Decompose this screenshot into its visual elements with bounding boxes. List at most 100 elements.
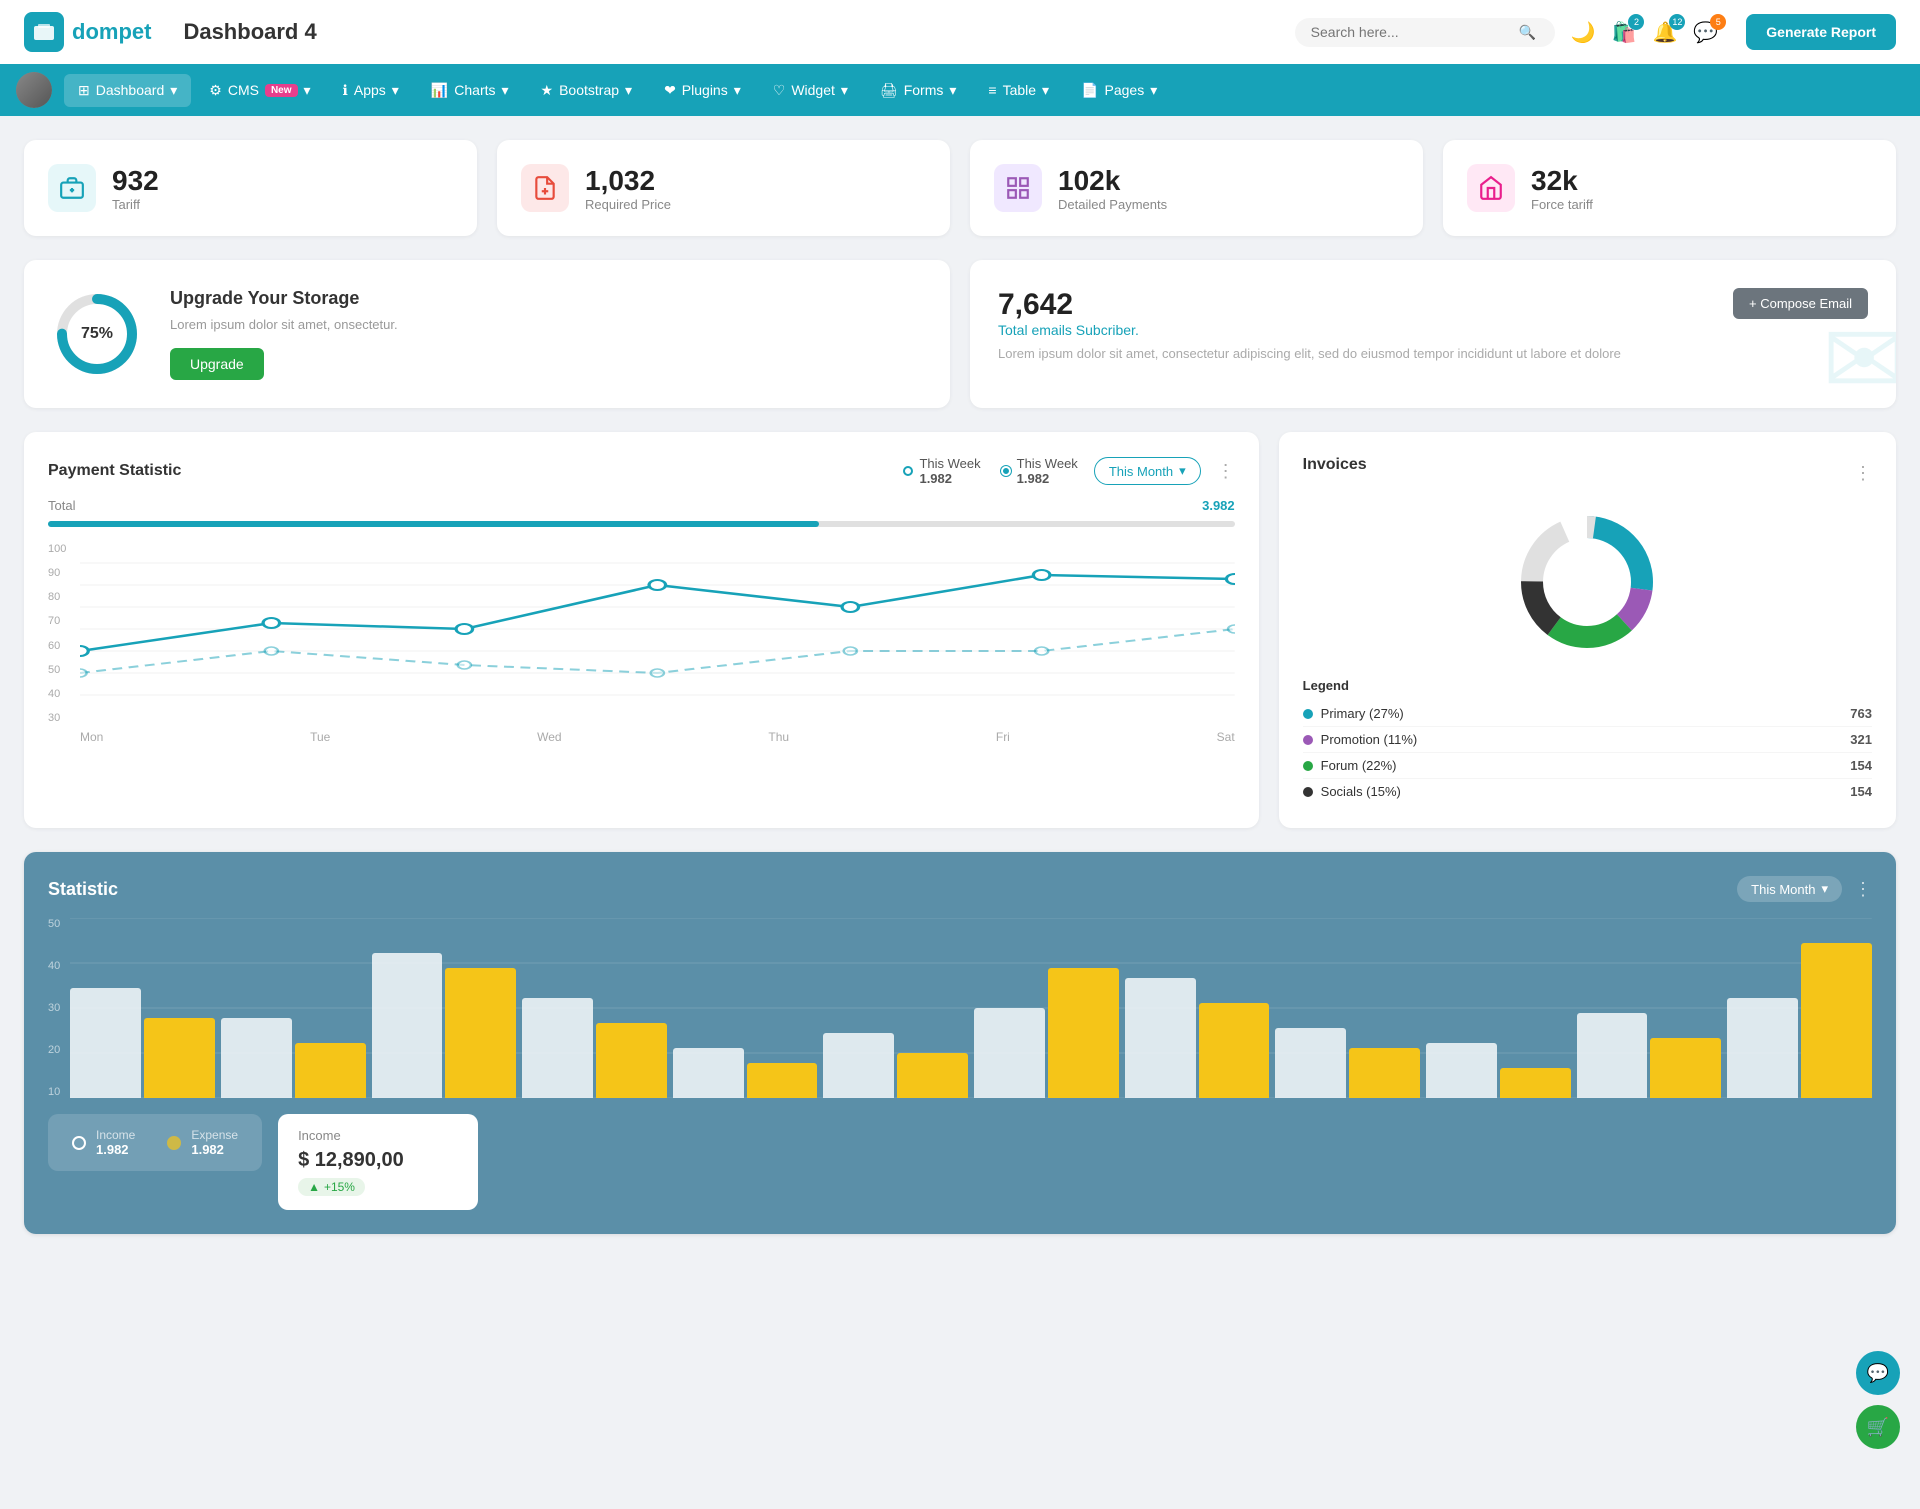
- chevron-down-stat-icon: ▾: [1821, 881, 1828, 897]
- statistic-section: Statistic This Month ▾ ⋮ 50 40 30 20 10: [24, 852, 1896, 1234]
- statistic-title: Statistic: [48, 879, 118, 900]
- search-input[interactable]: [1311, 24, 1511, 40]
- tariff-label: Tariff: [112, 197, 159, 212]
- chevron-down-icon-wi: ▾: [841, 82, 848, 99]
- bar-group-5: [823, 1033, 968, 1098]
- legend-promotion: Promotion (11%) 321: [1303, 727, 1872, 753]
- nav-item-dashboard[interactable]: ⊞ Dashboard ▾: [64, 74, 191, 107]
- primary-count: 763: [1850, 706, 1872, 721]
- bar-white-1: [221, 1018, 292, 1098]
- chat-icon-btn[interactable]: 💬 5: [1693, 20, 1718, 45]
- price-icon: [521, 164, 569, 212]
- arrow-up-icon: ▲: [308, 1180, 320, 1194]
- income-legend-item: Income 1.982: [72, 1128, 135, 1157]
- stat-filter-label: This Month: [1751, 882, 1815, 897]
- bar-group-7: [1125, 978, 1270, 1098]
- bar-group-10: [1577, 1013, 1722, 1098]
- socials-count: 154: [1850, 784, 1872, 799]
- charts-row: Payment Statistic This Week 1.982: [24, 432, 1896, 828]
- payments-label: Detailed Payments: [1058, 197, 1167, 212]
- socials-color-dot: [1303, 787, 1313, 797]
- fab-chat-button[interactable]: 💬: [1856, 1351, 1900, 1395]
- nav-item-bootstrap[interactable]: ★ Bootstrap ▾: [527, 74, 647, 107]
- nav-table-label: Table: [1003, 82, 1036, 98]
- bar-chart-wrapper: [70, 918, 1872, 1098]
- generate-report-button[interactable]: Generate Report: [1746, 14, 1896, 50]
- bar-group-11: [1727, 943, 1872, 1098]
- nav-charts-label: Charts: [454, 82, 495, 98]
- legend-item-1: This Week 1.982: [1001, 456, 1078, 486]
- legend-item-0: This Week 1.982: [903, 456, 980, 486]
- statistic-month-filter-button[interactable]: This Month ▾: [1737, 876, 1842, 902]
- chevron-down-icon-bs: ▾: [625, 82, 632, 99]
- bar-yellow-4: [747, 1063, 818, 1098]
- payment-more-options-icon[interactable]: ⋮: [1217, 461, 1235, 482]
- nav-item-plugins[interactable]: ❤ Plugins ▾: [650, 74, 755, 107]
- bar-yellow-7: [1199, 1003, 1270, 1098]
- force-info: 32k Force tariff: [1531, 165, 1593, 212]
- navbar: ⊞ Dashboard ▾ ⚙ CMS New ▾ ℹ Apps ▾ 📊 Cha…: [0, 64, 1920, 116]
- bar-white-7: [1125, 978, 1196, 1098]
- promotion-color-dot: [1303, 735, 1313, 745]
- forum-color-dot: [1303, 761, 1313, 771]
- this-month-filter-button[interactable]: This Month ▾: [1094, 457, 1201, 485]
- nav-widget-label: Widget: [791, 82, 835, 98]
- logo: dompet: [24, 12, 151, 52]
- socials-label: Socials (15%): [1321, 784, 1401, 799]
- table-nav-icon: ≡: [988, 82, 996, 98]
- page-title: Dashboard 4: [183, 19, 1294, 45]
- income-detail-amount: $ 12,890,00: [298, 1149, 458, 1172]
- logo-icon: [24, 12, 64, 52]
- cms-new-badge: New: [265, 84, 298, 97]
- bar-yellow-11: [1801, 943, 1872, 1098]
- forum-count: 154: [1850, 758, 1872, 773]
- theme-toggle-icon[interactable]: 🌙: [1571, 20, 1596, 45]
- chevron-down-icon-charts: ▾: [502, 82, 509, 99]
- income-detail-panel: Income $ 12,890,00 ▲ +15%: [278, 1114, 478, 1210]
- nav-item-table[interactable]: ≡ Table ▾: [974, 74, 1063, 107]
- search-bar[interactable]: 🔍: [1295, 18, 1555, 47]
- payment-chart-header: Payment Statistic This Week 1.982: [48, 456, 1235, 486]
- statistic-more-options-icon[interactable]: ⋮: [1854, 879, 1872, 900]
- chevron-down-filter-icon: ▾: [1179, 463, 1186, 479]
- bootstrap-nav-icon: ★: [541, 82, 554, 99]
- legend-label-0: This Week: [919, 456, 980, 471]
- fab-cart-button[interactable]: 🛒: [1856, 1405, 1900, 1449]
- bar-group-1: [221, 1018, 366, 1098]
- invoices-more-options-icon[interactable]: ⋮: [1854, 463, 1872, 484]
- bell-icon-btn[interactable]: 🔔 12: [1652, 20, 1677, 45]
- bar-group-0: [70, 988, 215, 1098]
- cms-nav-icon: ⚙: [209, 82, 222, 99]
- legend-forum: Forum (22%) 154: [1303, 753, 1872, 779]
- upgrade-button[interactable]: Upgrade: [170, 348, 264, 380]
- nav-item-widget[interactable]: ♡ Widget ▾: [759, 74, 862, 107]
- nav-item-pages[interactable]: 📄 Pages ▾: [1067, 74, 1171, 107]
- chevron-down-icon-ta: ▾: [1042, 82, 1049, 99]
- shop-icon-btn[interactable]: 🛍️ 2: [1612, 20, 1637, 45]
- email-subtitle: Total emails Subcriber.: [998, 322, 1621, 338]
- storage-title: Upgrade Your Storage: [170, 288, 398, 309]
- filter-btn-label: This Month: [1109, 464, 1173, 479]
- nav-item-charts[interactable]: 📊 Charts ▾: [417, 74, 523, 107]
- forms-nav-icon: 🖨: [880, 82, 898, 99]
- expense-legend-label: Expense: [191, 1128, 238, 1142]
- nav-item-forms[interactable]: 🖨 Forms ▾: [866, 74, 970, 107]
- nav-avatar: [16, 72, 52, 108]
- bar-yellow-5: [897, 1053, 968, 1098]
- email-description: Lorem ipsum dolor sit amet, consectetur …: [998, 346, 1621, 361]
- nav-item-cms[interactable]: ⚙ CMS New ▾: [195, 74, 324, 107]
- bar-yellow-2: [445, 968, 516, 1098]
- legend-primary: Primary (27%) 763: [1303, 701, 1872, 727]
- forum-label: Forum (22%): [1321, 758, 1397, 773]
- chevron-down-icon-cms: ▾: [304, 82, 311, 99]
- price-info: 1,032 Required Price: [585, 165, 671, 212]
- bar-group-2: [372, 953, 517, 1098]
- legend-heading: Legend: [1303, 678, 1872, 693]
- income-legend-label: Income: [96, 1128, 135, 1142]
- income-legend-value: 1.982: [96, 1142, 135, 1157]
- force-label: Force tariff: [1531, 197, 1593, 212]
- price-label: Required Price: [585, 197, 671, 212]
- stat-card-force: 32k Force tariff: [1443, 140, 1896, 236]
- nav-item-apps[interactable]: ℹ Apps ▾: [329, 74, 413, 107]
- income-badge-value: +15%: [324, 1180, 355, 1194]
